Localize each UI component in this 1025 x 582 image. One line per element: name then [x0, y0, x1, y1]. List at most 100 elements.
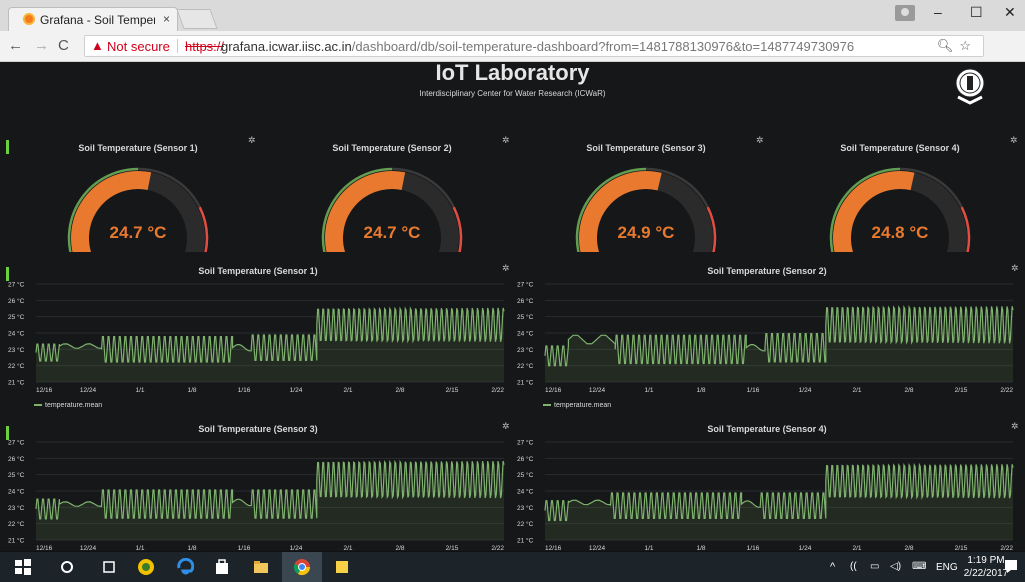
new-tab-button[interactable] — [176, 9, 218, 29]
legend[interactable]: temperature.mean — [34, 402, 102, 409]
back-icon[interactable]: ← — [8, 37, 23, 54]
y-tick-label: 25 °C — [517, 313, 534, 321]
profile-icon[interactable] — [895, 5, 915, 21]
gauge-value: 24.7 °C — [109, 223, 167, 242]
x-tick-label: 1/1 — [135, 545, 144, 552]
network-icon[interactable]: (( — [850, 561, 857, 572]
language-indicator[interactable]: ENG — [936, 562, 958, 573]
x-tick-label: 2/22 — [1000, 545, 1013, 552]
store-icon[interactable] — [213, 558, 231, 576]
x-tick-label: 1/8 — [696, 387, 705, 394]
y-tick-label: 25 °C — [8, 471, 25, 479]
x-tick-label: 12/16 — [36, 387, 53, 394]
y-tick-label: 22 °C — [517, 362, 534, 370]
search-star-icons[interactable]: 🔍︎☆ — [937, 38, 977, 54]
panel-cog-icon[interactable]: ✲ — [1010, 135, 1018, 146]
y-tick-label: 23 °C — [517, 346, 534, 354]
gauge-value: 24.9 °C — [617, 223, 675, 242]
gauge-title: Soil Temperature (Sensor 1) — [78, 143, 198, 153]
y-tick-label: 26 °C — [517, 455, 534, 463]
x-tick-label: 1/16 — [747, 387, 760, 394]
x-tick-label: 1/24 — [290, 545, 303, 552]
clock-time[interactable]: 1:19 PM — [964, 555, 1008, 566]
legend[interactable]: temperature.mean — [543, 402, 611, 409]
x-tick-label: 1/1 — [135, 387, 144, 394]
panel-cog-icon[interactable]: ✲ — [756, 135, 764, 146]
close-window-button[interactable]: ✕ — [1004, 4, 1016, 21]
y-tick-label: 27 °C — [517, 281, 534, 289]
panel-cog-icon[interactable]: ✲ — [1011, 421, 1019, 432]
x-tick-label: 2/1 — [343, 545, 352, 552]
app-icon[interactable] — [137, 558, 155, 576]
gauge-value: 24.8 °C — [871, 223, 929, 242]
x-tick-label: 12/16 — [545, 545, 562, 552]
gauge-title: Soil Temperature (Sensor 4) — [840, 143, 960, 153]
reload-icon[interactable]: C — [58, 37, 69, 54]
battery-icon[interactable]: ▭ — [870, 561, 879, 572]
x-tick-label: 1/8 — [696, 545, 705, 552]
x-tick-label: 12/24 — [80, 387, 97, 394]
task-view-icon[interactable] — [100, 558, 118, 576]
url-text: grafana.icwar.iisc.ac.in/dashboard/db/so… — [221, 39, 854, 54]
y-tick-label: 24 °C — [517, 488, 534, 496]
panel-cog-icon[interactable]: ✲ — [1011, 263, 1019, 274]
forward-icon[interactable]: → — [34, 37, 49, 54]
minimize-button[interactable]: – — [934, 4, 942, 20]
not-secure-label[interactable]: Not secure — [107, 39, 170, 54]
panel-cog-icon[interactable]: ✲ — [502, 421, 510, 432]
notifications-icon[interactable] — [1003, 557, 1019, 575]
edge-icon[interactable] — [176, 558, 194, 576]
y-tick-label: 24 °C — [8, 488, 25, 496]
tab-title: Grafana - Soil Temperatu — [40, 13, 155, 27]
dashboard-subtitle: Interdisciplinary Center for Water Resea… — [419, 89, 606, 98]
gauge-title: Soil Temperature (Sensor 3) — [586, 143, 706, 153]
x-tick-label: 1/1 — [644, 387, 653, 394]
y-tick-label: 27 °C — [517, 439, 534, 447]
x-tick-label: 2/1 — [852, 387, 861, 394]
x-tick-label: 2/8 — [904, 387, 913, 394]
url-host: grafana.icwar.iisc.ac.in — [221, 39, 352, 54]
x-tick-label: 12/16 — [36, 545, 53, 552]
address-bar: ← → C ▲ Not secure https:// grafana.icwa… — [0, 31, 1025, 83]
x-tick-label: 2/15 — [955, 545, 968, 552]
graph-title: Soil Temperature (Sensor 2) — [707, 266, 827, 276]
panel-cog-icon[interactable]: ✲ — [502, 263, 510, 274]
line-chart: 27 °C 26 °C 25 °C 24 °C 23 °C 22 °C 21 °C 12/16… — [8, 439, 505, 552]
panel-cog-icon[interactable]: ✲ — [502, 135, 510, 146]
y-tick-label: 26 °C — [8, 297, 25, 305]
chrome-icon[interactable] — [293, 558, 311, 576]
panel-cog-icon[interactable]: ✲ — [248, 135, 256, 146]
y-tick-label: 22 °C — [517, 520, 534, 528]
maximize-button[interactable]: ☐ — [970, 4, 983, 21]
file-explorer-icon[interactable] — [252, 558, 270, 576]
url-input[interactable]: ▲ Not secure https:// grafana.icwar.iisc… — [84, 35, 984, 57]
y-tick-label: 21 °C — [517, 379, 534, 387]
tab-close-button[interactable]: × — [163, 12, 170, 26]
x-tick-label: 12/24 — [80, 545, 97, 552]
x-tick-label: 2/15 — [446, 545, 459, 552]
y-tick-label: 22 °C — [8, 362, 25, 370]
url-scheme: https:// — [185, 39, 225, 54]
sticky-notes-icon[interactable] — [333, 558, 351, 576]
gauge-value: 24.7 °C — [363, 223, 421, 242]
search-icon[interactable] — [58, 558, 76, 576]
browser-tab[interactable]: Grafana - Soil Temperatu × — [8, 7, 178, 31]
windows-start-icon[interactable] — [14, 558, 32, 576]
volume-icon[interactable]: ◁) — [890, 561, 901, 572]
chevron-up-icon[interactable]: ^ — [830, 561, 835, 573]
windows-taskbar: ^ (( ▭ ◁) ⌨ ENG 1:19 PM 2/22/2017 — [0, 552, 1025, 582]
y-tick-label: 27 °C — [8, 439, 25, 447]
y-tick-label: 21 °C — [8, 379, 25, 387]
keyboard-icon[interactable]: ⌨ — [912, 561, 926, 572]
gauge-title: Soil Temperature (Sensor 2) — [332, 143, 452, 153]
graph-title: Soil Temperature (Sensor 1) — [198, 266, 318, 276]
x-tick-label: 2/8 — [395, 545, 404, 552]
x-tick-label: 1/8 — [187, 545, 196, 552]
x-tick-label: 2/1 — [852, 545, 861, 552]
browser-tabbar: Grafana - Soil Temperatu × – ☐ ✕ — [0, 0, 1025, 31]
graph-title: Soil Temperature (Sensor 3) — [198, 424, 318, 434]
x-tick-label: 2/15 — [446, 387, 459, 394]
line-chart: 27 °C 26 °C 25 °C 24 °C 23 °C 22 °C 21 °C 12/16… — [517, 281, 1014, 394]
y-tick-label: 21 °C — [8, 537, 25, 545]
legend-label: temperature.mean — [554, 402, 612, 409]
